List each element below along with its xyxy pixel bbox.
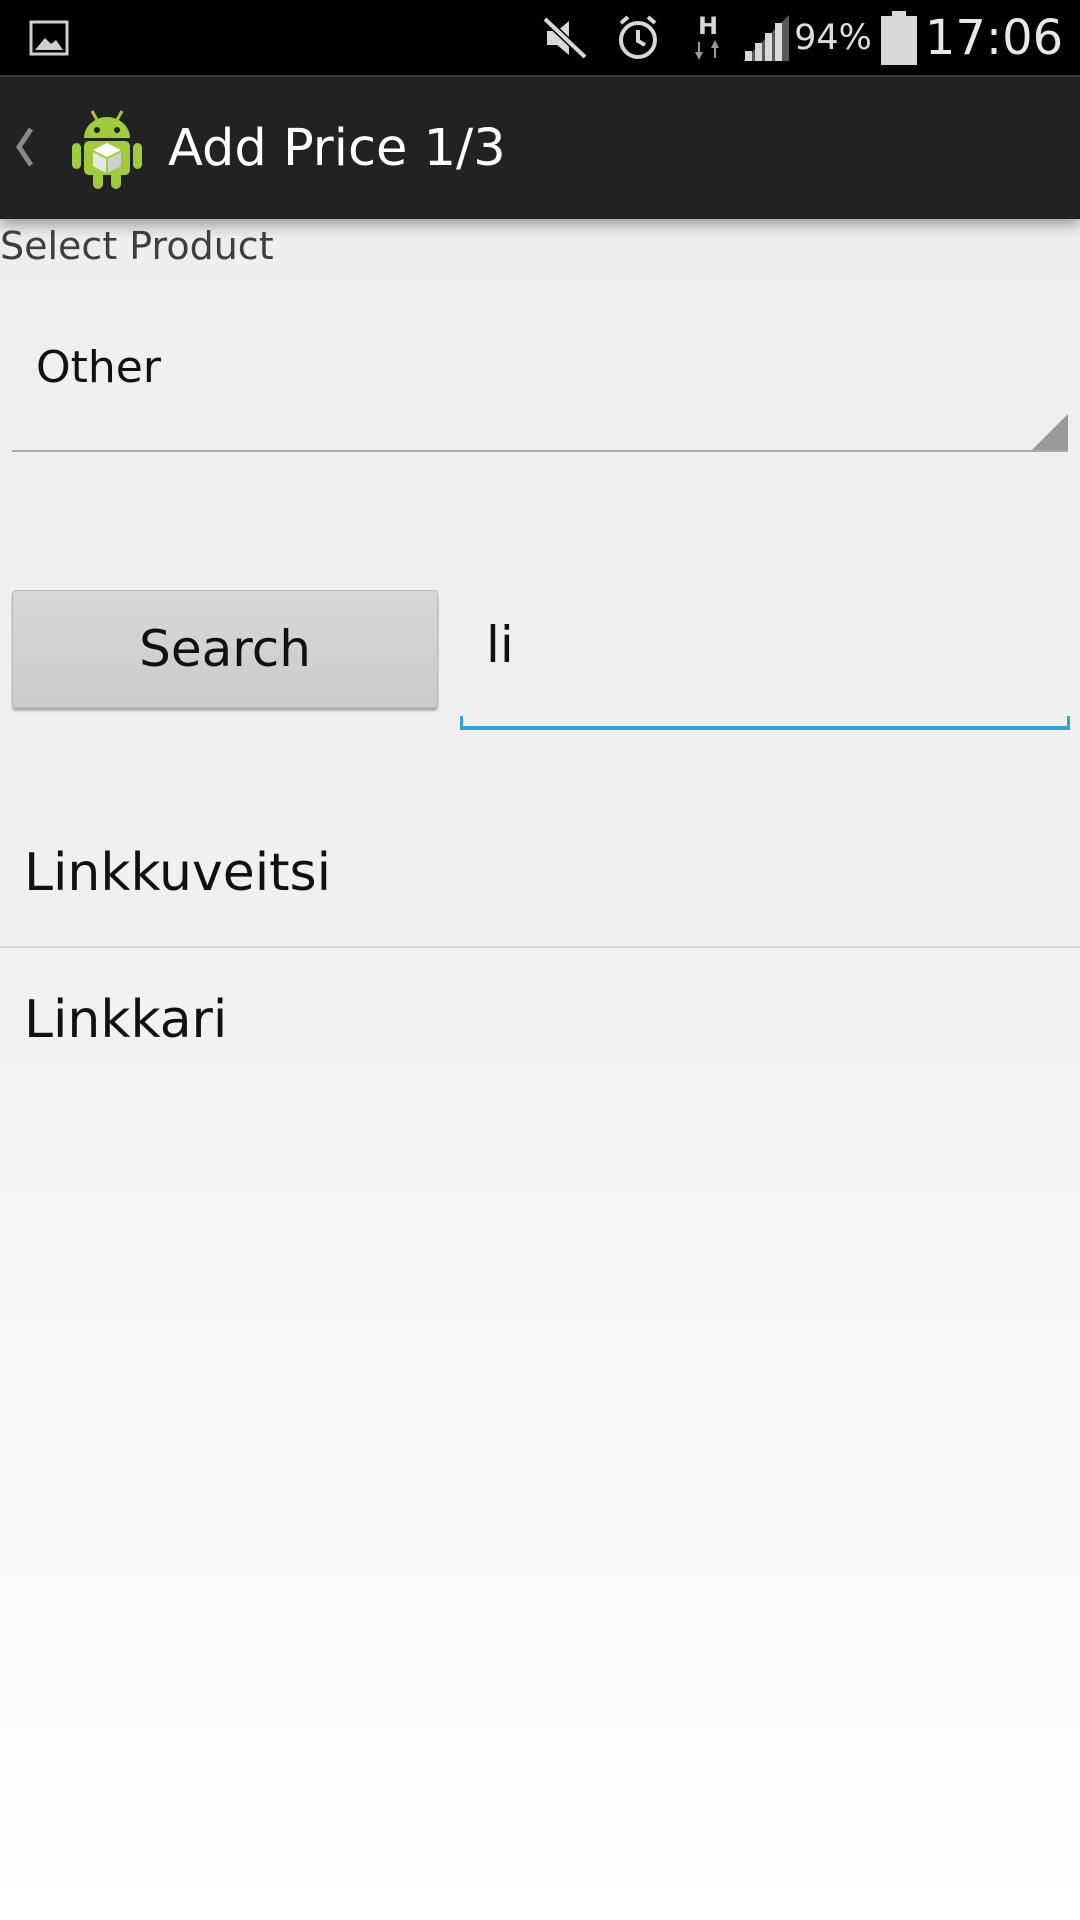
gallery-icon — [26, 0, 72, 75]
list-item[interactable]: Linkkuveitsi — [0, 800, 1080, 946]
search-button[interactable]: Search — [12, 590, 438, 708]
results-list: Linkkuveitsi Linkkari — [0, 800, 1080, 1092]
search-input[interactable] — [486, 616, 1046, 674]
search-input-underline — [460, 716, 1070, 730]
signal-icon — [740, 0, 792, 75]
search-field[interactable] — [460, 590, 1070, 730]
list-item[interactable]: Linkkari — [0, 946, 1080, 1092]
page-title: Add Price 1/3 — [168, 119, 506, 178]
android-app-icon[interactable] — [66, 105, 148, 191]
alarm-icon — [612, 0, 664, 75]
mute-icon — [540, 0, 590, 75]
battery-icon — [878, 0, 920, 75]
product-spinner-value: Other — [36, 342, 161, 393]
clock: 17:06 — [924, 9, 1064, 66]
battery-percentage: 94% — [794, 17, 872, 58]
action-bar: Add Price 1/3 — [0, 75, 1080, 219]
product-spinner[interactable]: Other — [12, 300, 1068, 452]
status-bar: H 94% 17:06 — [0, 0, 1080, 75]
spinner-arrow-icon — [1032, 414, 1068, 450]
svg-text:H: H — [698, 12, 718, 40]
hspa-data-icon: H — [690, 0, 726, 75]
chevron-left-icon[interactable] — [10, 117, 38, 177]
select-product-label: Select Product — [0, 224, 274, 268]
